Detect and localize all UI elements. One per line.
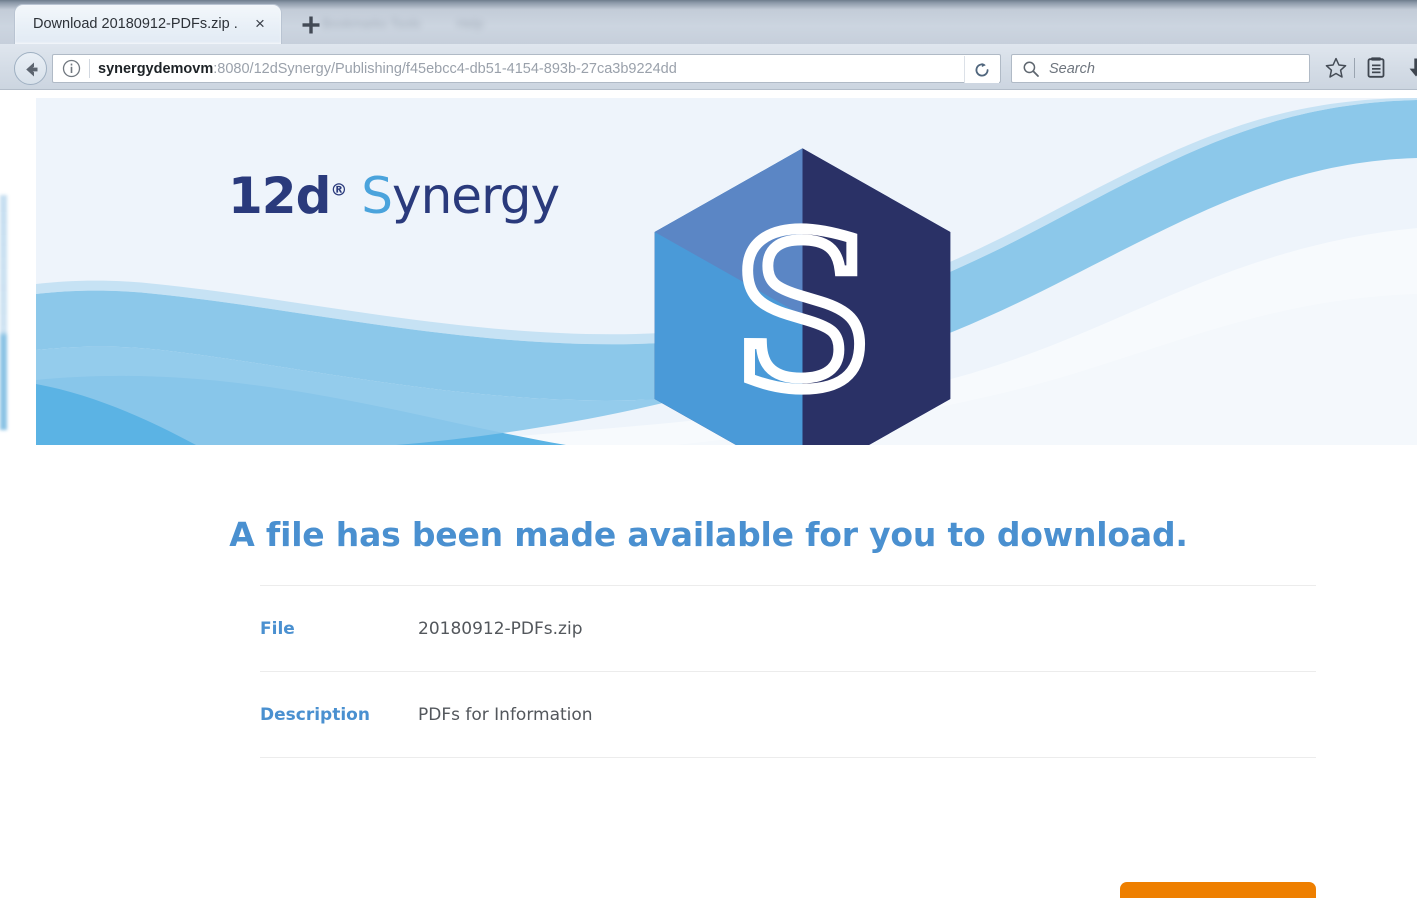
synergy-cube-icon: S	[112, 142, 951, 445]
search-bar[interactable]	[1011, 54, 1310, 83]
download-button-row: Download	[260, 840, 1316, 898]
registered-mark: ®	[330, 180, 347, 201]
download-button[interactable]: Download	[1120, 882, 1316, 898]
description-value: PDFs for Information	[418, 704, 593, 725]
browser-tab-active[interactable]: Download 20180912-PDFs.zip ... ×	[14, 4, 282, 44]
file-value: 20180912-PDFs.zip	[418, 618, 583, 639]
table-row: Description PDFs for Information	[260, 672, 1316, 757]
url-bar[interactable]: synergydemovm:8080/12dSynergy/Publishing…	[52, 54, 1001, 83]
search-icon	[1022, 60, 1040, 78]
site-info-icon[interactable]	[62, 59, 81, 78]
brand-synergy-rest: ynergy	[392, 167, 560, 225]
table-row: File 20180912-PDFs.zip	[260, 586, 1316, 671]
back-button[interactable]	[14, 52, 47, 85]
brand-synergy-initial: S	[361, 167, 393, 225]
edge-artifact	[0, 195, 7, 430]
tab-title: Download 20180912-PDFs.zip ...	[33, 16, 238, 32]
url-text: synergydemovm:8080/12dSynergy/Publishing…	[98, 61, 1000, 77]
browser-chrome: Bookmarks Tools Help Download 20180912-P…	[0, 0, 1417, 90]
hero-banner: S 12d® Synergy	[36, 98, 1417, 445]
toolbar-divider	[1354, 58, 1355, 78]
file-label: File	[260, 618, 295, 639]
brand-logo: S 12d® Synergy	[112, 142, 951, 445]
file-details-table: File 20180912-PDFs.zip Description PDFs …	[260, 585, 1316, 758]
divider-bottom	[260, 757, 1316, 758]
brand-12d: 12d	[228, 167, 331, 225]
new-tab-button[interactable]	[300, 14, 322, 36]
page-title: A file has been made available for you t…	[229, 515, 1188, 554]
browser-window: Bookmarks Tools Help Download 20180912-P…	[0, 0, 1417, 898]
reload-button[interactable]	[964, 56, 999, 83]
page-content: S 12d® Synergy A file has been made avai…	[0, 90, 1417, 898]
url-path: :8080/12dSynergy/Publishing/f45ebcc4-db5…	[213, 60, 677, 77]
url-host: synergydemovm	[98, 60, 214, 77]
bookmark-star-icon[interactable]	[1324, 56, 1348, 80]
close-icon[interactable]: ×	[251, 15, 269, 33]
search-input[interactable]	[1049, 60, 1289, 77]
url-divider	[89, 59, 90, 78]
library-icon[interactable]	[1364, 56, 1388, 80]
svg-text:S: S	[730, 190, 875, 437]
description-label: Description	[260, 704, 370, 725]
brand-wordmark: 12d® Synergy	[228, 171, 560, 221]
download-arrow-icon[interactable]	[1404, 56, 1417, 80]
